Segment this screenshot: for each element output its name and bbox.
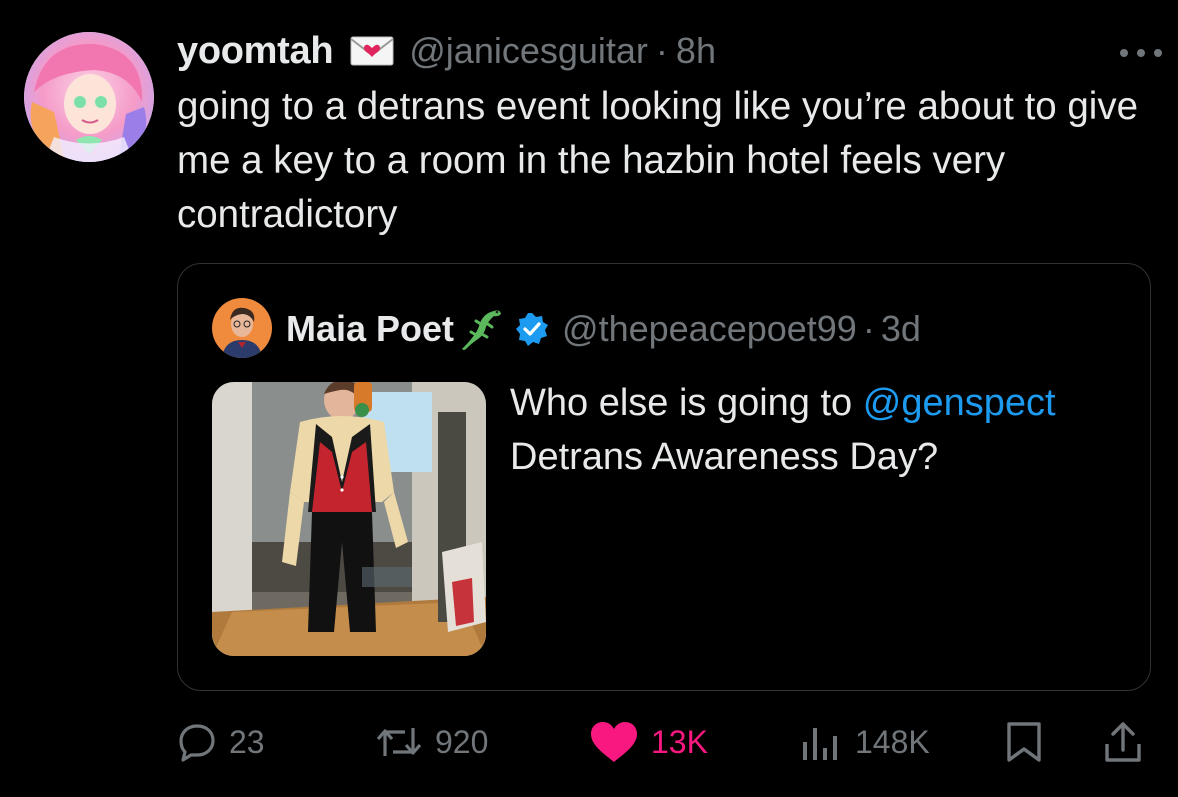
quoted-timestamp[interactable]: 3d	[881, 308, 921, 350]
share-button[interactable]	[1101, 712, 1145, 772]
more-icon[interactable]	[1118, 36, 1164, 59]
reply-count: 23	[229, 723, 265, 760]
like-count: 13K	[651, 723, 708, 760]
heart-icon	[589, 721, 639, 763]
tweet-timestamp[interactable]: 8h	[676, 30, 716, 72]
mention-link[interactable]: @genspect	[863, 382, 1056, 424]
quoted-tweet-image[interactable]	[212, 382, 486, 656]
bookmark-button[interactable]	[1003, 712, 1045, 772]
quoted-author-handle[interactable]: @thepeacepoet99	[562, 308, 857, 350]
action-bar: 23 920 13K 148K	[177, 712, 1162, 772]
repost-button[interactable]: 920	[375, 712, 488, 772]
verified-badge-icon	[514, 311, 550, 347]
separator-dot: ·	[655, 30, 668, 71]
share-icon	[1101, 720, 1145, 764]
quoted-text-after: Detrans Awareness Day?	[510, 436, 939, 478]
reply-icon	[177, 722, 217, 762]
views-icon	[799, 722, 843, 762]
quoted-text-before: Who else is going to	[510, 382, 863, 424]
lizard-icon	[458, 305, 506, 353]
quoted-author-avatar[interactable]	[212, 298, 272, 358]
quoted-tweet[interactable]: Maia Poet @thepeacepoet99 · 3d Who else …	[177, 263, 1151, 691]
author-name[interactable]: yoomtah	[177, 30, 334, 73]
like-button[interactable]: 13K	[589, 712, 708, 772]
quoted-tweet-text: Who else is going to @genspect Detrans A…	[510, 376, 1130, 484]
repost-icon	[375, 722, 423, 762]
bookmark-icon	[1003, 720, 1045, 764]
author-avatar[interactable]	[24, 32, 154, 162]
separator-dot: ·	[862, 308, 875, 349]
quoted-author-name[interactable]: Maia Poet	[286, 308, 454, 350]
tweet-text: going to a detrans event looking like yo…	[177, 85, 1138, 236]
quoted-tweet-header: Maia Poet @thepeacepoet99 · 3d	[286, 302, 921, 356]
author-handle[interactable]: @janicesguitar	[409, 30, 648, 72]
love-letter-icon	[349, 33, 395, 69]
repost-count: 920	[435, 723, 489, 760]
views-count: 148K	[855, 723, 930, 760]
views-button[interactable]: 148K	[799, 712, 930, 772]
tweet-header: yoomtah @janicesguitar · 8h	[177, 26, 1148, 76]
reply-button[interactable]: 23	[177, 712, 265, 772]
